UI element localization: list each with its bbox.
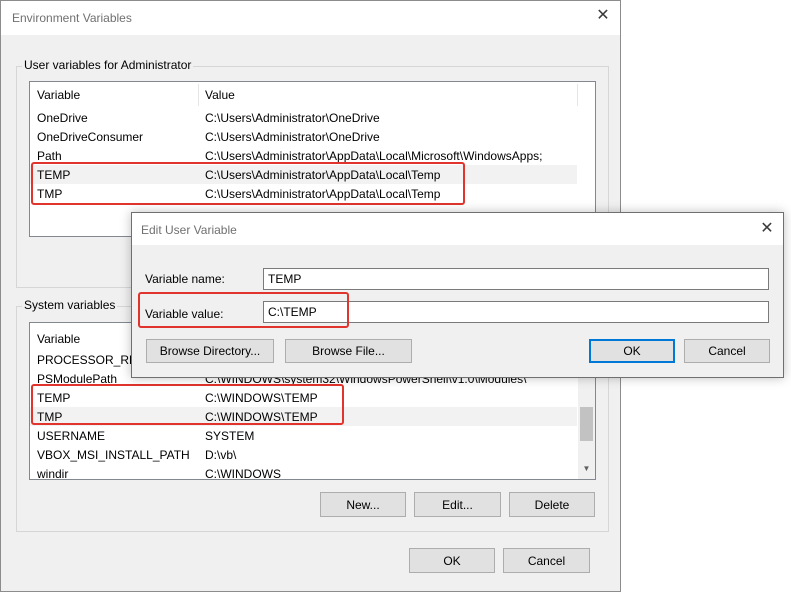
new-button[interactable]: New... [320,492,406,517]
value-cell: D:\vb\ [205,448,237,462]
scroll-down-icon[interactable]: ▼ [578,464,595,473]
dialog-title: Edit User Variable [141,223,237,237]
dialog-cancel-button[interactable]: Cancel [684,339,770,363]
value-cell: C:\Users\Administrator\OneDrive [205,130,380,144]
value-cell: C:\WINDOWS [205,467,281,480]
variable-name-input[interactable] [263,268,769,290]
dialog-ok-button[interactable]: OK [589,339,675,363]
value-cell: C:\Users\Administrator\AppData\Local\Tem… [205,187,441,201]
value-cell: C:\Users\Administrator\OneDrive [205,111,380,125]
variable-cell: TEMP [37,168,71,182]
edit-button[interactable]: Edit... [414,492,501,517]
title-bar: Environment Variables ✕ [1,1,620,35]
window-title: Environment Variables [12,11,132,25]
browse-file-button[interactable]: Browse File... [285,339,412,363]
edit-user-variable-dialog: Edit User Variable ✕ Variable name: Vari… [131,212,784,378]
column-header-value[interactable]: Value [205,88,235,102]
value-cell: C:\WINDOWS\TEMP [205,391,318,405]
table-row[interactable]: VBOX_MSI_INSTALL_PATH D:\vb\ [30,445,577,464]
variable-cell: TMP [37,410,63,424]
variable-cell: VBOX_MSI_INSTALL_PATH [37,448,190,462]
variable-cell: OneDriveConsumer [37,130,144,144]
table-row[interactable]: TEMP C:\Users\Administrator\AppData\Loca… [30,165,577,184]
value-cell: C:\Users\Administrator\AppData\Local\Tem… [205,168,441,182]
table-row[interactable]: windir C:\WINDOWS [30,464,577,480]
variable-cell: PSModulePath [37,372,118,386]
variable-value-label: Variable value: [145,307,224,321]
close-icon[interactable]: ✕ [760,221,774,237]
system-variables-label: System variables [22,298,118,312]
list-header: Variable Value [30,82,595,108]
variable-name-label: Variable name: [145,272,225,286]
value-cell: C:\Users\Administrator\AppData\Local\Mic… [205,149,543,163]
variable-cell: Path [37,149,62,163]
table-row[interactable]: OneDrive C:\Users\Administrator\OneDrive [30,108,577,127]
browse-directory-button[interactable]: Browse Directory... [146,339,274,363]
scrollbar-thumb[interactable] [580,407,593,441]
dialog-title-bar: Edit User Variable ✕ [132,213,783,245]
variable-cell: windir [37,467,69,480]
column-header-variable[interactable]: Variable [37,332,80,346]
variable-cell: USERNAME [37,429,106,443]
variable-cell: TMP [37,187,63,201]
ok-button[interactable]: OK [409,548,495,573]
variable-value-input[interactable] [263,301,769,323]
table-row[interactable]: USERNAME SYSTEM [30,426,577,445]
cancel-button[interactable]: Cancel [503,548,590,573]
table-row[interactable]: Path C:\Users\Administrator\AppData\Loca… [30,146,577,165]
table-row[interactable]: OneDriveConsumer C:\Users\Administrator\… [30,127,577,146]
table-row[interactable]: TMP C:\Users\Administrator\AppData\Local… [30,184,577,203]
user-variables-label: User variables for Administrator [22,58,194,72]
delete-button[interactable]: Delete [509,492,595,517]
value-cell: C:\WINDOWS\TEMP [205,410,318,424]
close-icon[interactable]: ✕ [596,8,610,24]
variable-cell: OneDrive [37,111,88,125]
variable-cell: TEMP [37,391,71,405]
table-row[interactable]: TEMP C:\WINDOWS\TEMP [30,388,577,407]
table-row[interactable]: TMP C:\WINDOWS\TEMP [30,407,577,426]
column-header-variable[interactable]: Variable [37,88,80,102]
value-cell: SYSTEM [205,429,255,443]
